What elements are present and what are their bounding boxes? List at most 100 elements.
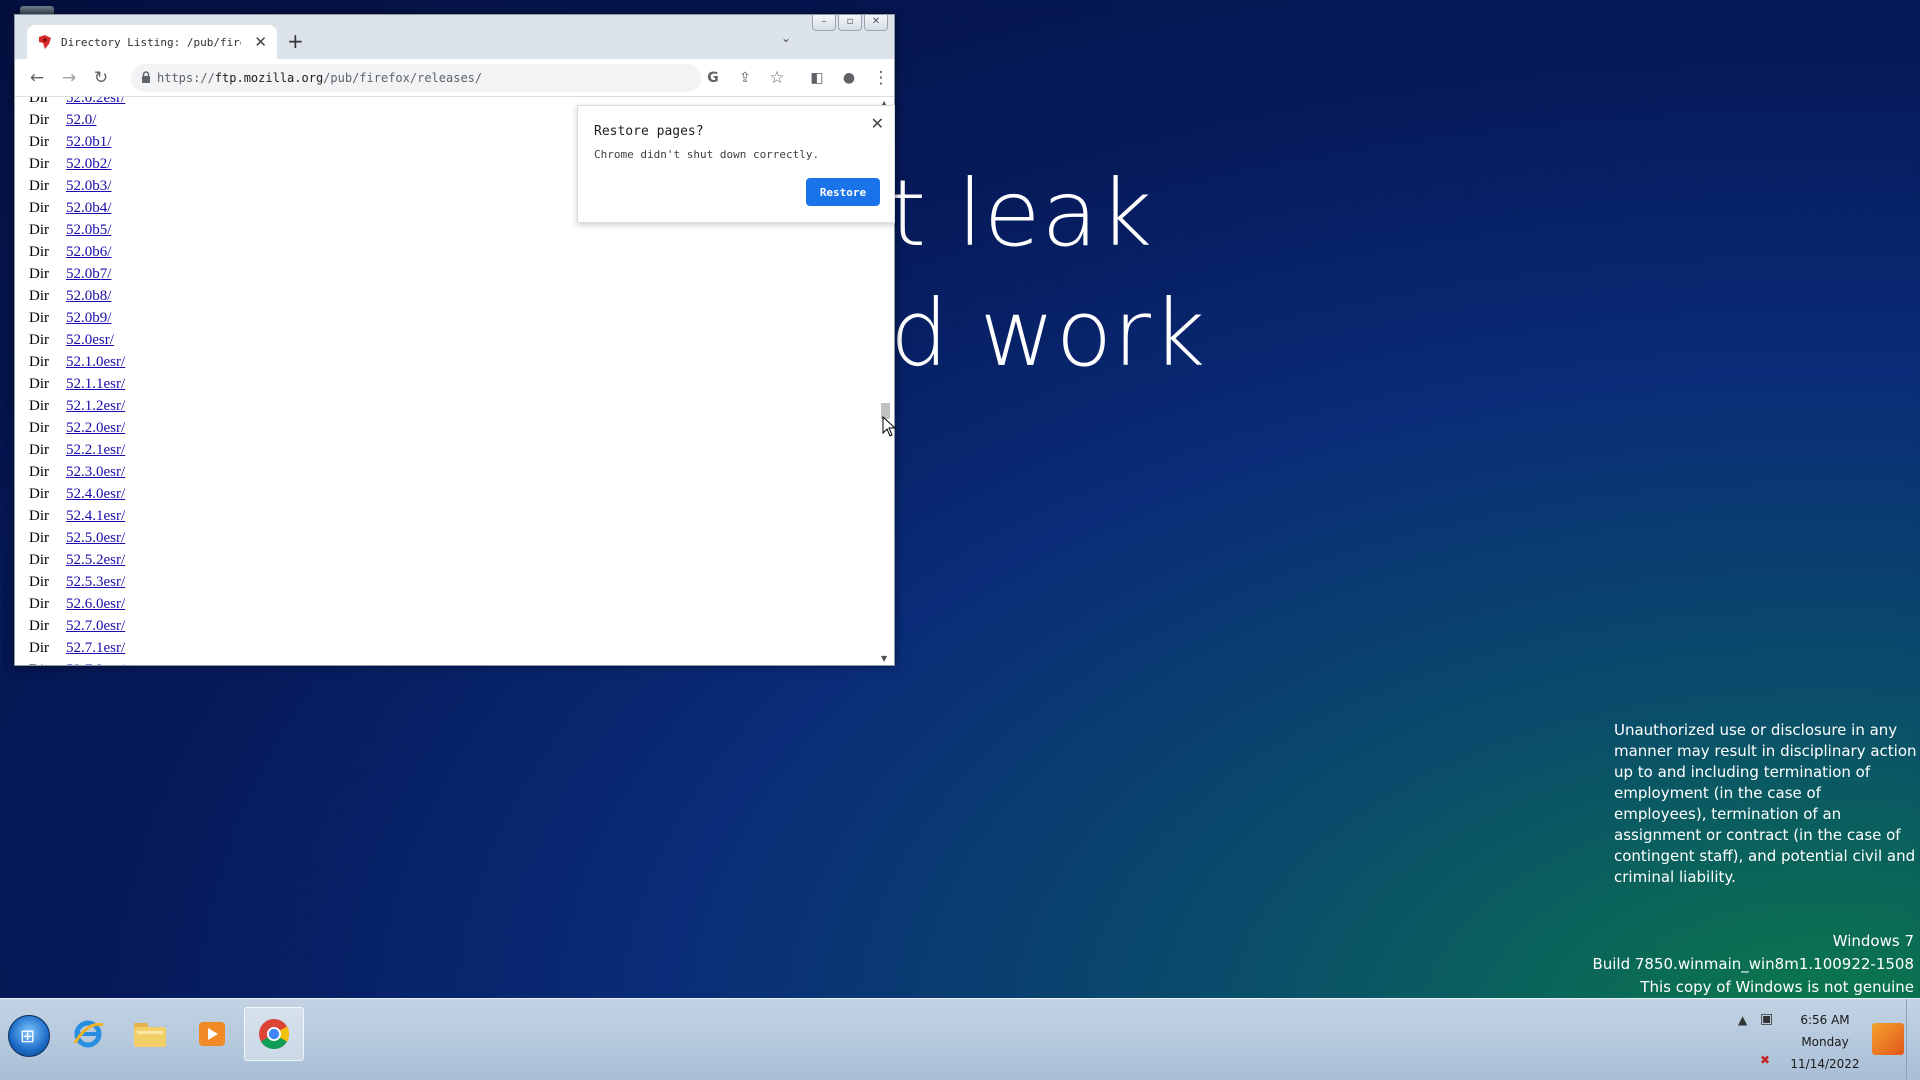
list-item: Dir 52.6.0esr/ xyxy=(29,593,125,615)
directory-link[interactable]: 52.0/ xyxy=(66,112,96,129)
minimize-button[interactable]: – xyxy=(812,15,836,31)
windows-watermark: Windows 7 Build 7850.winmain_win8m1.1009… xyxy=(1592,930,1914,999)
back-arrow-icon[interactable]: ← xyxy=(27,68,47,88)
tab-directory-listing[interactable]: Directory Listing: /pub/firefox/releases… xyxy=(27,25,277,59)
directory-link[interactable]: 52.0b3/ xyxy=(66,178,111,195)
entry-type: Dir xyxy=(29,397,49,414)
directory-link[interactable]: 52.0b4/ xyxy=(66,200,111,217)
side-panel-icon[interactable]: ◧ xyxy=(807,68,827,88)
url-host: ftp.mozilla.org xyxy=(214,71,324,85)
directory-link[interactable]: 52.4.0esr/ xyxy=(66,486,125,503)
list-item: Dir 52.0b8/ xyxy=(29,285,125,307)
directory-link[interactable]: 52.5.2esr/ xyxy=(66,552,125,569)
watermark-genuine: This copy of Windows is not genuine xyxy=(1640,978,1914,996)
forward-arrow-icon[interactable]: → xyxy=(59,68,79,88)
directory-link[interactable]: 52.7.0esr/ xyxy=(66,618,125,635)
folder-icon xyxy=(134,1023,166,1047)
directory-link[interactable]: 52.7.1esr/ xyxy=(66,640,125,657)
entry-type: Dir xyxy=(29,221,49,238)
directory-link[interactable]: 52.4.1esr/ xyxy=(66,508,125,525)
directory-link[interactable]: 52.0b1/ xyxy=(66,134,111,151)
list-item: Dir 52.0b2/ xyxy=(29,153,125,175)
directory-listing: Dir 52.0.2esr/Dir 52.0/Dir 52.0b1/Dir 52.0b2… xyxy=(29,97,125,665)
list-item: Dir 52.5.0esr/ xyxy=(29,527,125,549)
url-path: /pub/firefox/releases/ xyxy=(323,71,483,85)
entry-type: Dir xyxy=(29,97,49,106)
show-desktop-button[interactable] xyxy=(1906,999,1920,1080)
show-hidden-icons-icon[interactable]: ▲ xyxy=(1738,1013,1747,1027)
restore-button[interactable]: Restore xyxy=(806,178,880,206)
volume-muted-icon[interactable]: ✖ xyxy=(1760,1053,1770,1067)
tab-search-chevron-icon[interactable]: ⌄ xyxy=(781,31,791,45)
maximize-button[interactable]: ▫ xyxy=(838,15,862,31)
list-item: Dir 52.0esr/ xyxy=(29,329,125,351)
profile-avatar-icon[interactable]: ● xyxy=(839,68,859,88)
directory-link[interactable]: 52.0b9/ xyxy=(66,310,111,327)
list-item: Dir 52.0.2esr/ xyxy=(29,97,125,109)
entry-type: Dir xyxy=(29,662,66,666)
lock-icon xyxy=(142,71,150,83)
directory-link[interactable]: 52.0b6/ xyxy=(66,244,111,261)
taskbar: ⊞ ▲ ▣ ✖ 6:56 AM Monday 11/14/2022 xyxy=(0,998,1920,1080)
list-item: Dir 52.0/ xyxy=(29,109,125,131)
directory-link[interactable]: 52.0b8/ xyxy=(66,288,111,305)
window-controls: – ▫ ✕ xyxy=(812,15,888,31)
list-item: Dir 52.1.2esr/ xyxy=(29,395,125,417)
entry-type: Dir xyxy=(29,463,49,480)
directory-link[interactable]: 52.1.0esr/ xyxy=(66,354,125,371)
list-item: Dir 52.5.3esr/ xyxy=(29,571,125,593)
entry-type: Dir xyxy=(29,639,49,656)
directory-link[interactable]: 52.0esr/ xyxy=(66,332,114,349)
ftp-favicon-icon xyxy=(39,35,51,49)
entry-type: Dir xyxy=(29,595,49,612)
new-tab-button[interactable]: + xyxy=(287,29,304,53)
entry-type: Dir xyxy=(29,353,49,370)
directory-link[interactable]: 52.2.1esr/ xyxy=(66,442,125,459)
directory-link[interactable]: 52.5.3esr/ xyxy=(66,574,125,591)
list-item: Dir 52.0b5/ xyxy=(29,219,125,241)
directory-link[interactable]: 52.0b5/ xyxy=(66,222,111,239)
system-clock[interactable]: 6:56 AM Monday 11/14/2022 xyxy=(1780,1009,1870,1075)
directory-link[interactable]: 52.1.2esr/ xyxy=(66,398,125,415)
directory-link[interactable]: 52.1.1esr/ xyxy=(66,376,125,393)
network-icon[interactable]: ▣ xyxy=(1760,1011,1773,1027)
taskbar-windows-explorer[interactable] xyxy=(120,1007,180,1061)
entry-type: Dir xyxy=(29,529,49,546)
directory-link[interactable]: 52.2.0esr/ xyxy=(66,420,125,437)
directory-link[interactable]: 52.0.2esr/ xyxy=(66,97,125,107)
menu-kebab-icon[interactable]: ⋮ xyxy=(871,68,891,88)
directory-link[interactable]: 52.7.2esr/ xyxy=(66,662,125,666)
internet-explorer-icon xyxy=(73,1020,104,1048)
list-item: Dir 52.0b7/ xyxy=(29,263,125,285)
list-item: Dir 52.5.2esr/ xyxy=(29,549,125,571)
taskbar-internet-explorer[interactable] xyxy=(58,1007,118,1061)
scroll-down-icon[interactable]: ▼ xyxy=(881,654,887,663)
entry-type: Dir xyxy=(29,375,49,392)
reload-icon[interactable]: ↻ xyxy=(91,68,111,88)
popup-message: Chrome didn't shut down correctly. xyxy=(594,148,820,161)
entry-type: Dir xyxy=(29,419,49,436)
list-item: Dir 52.0b4/ xyxy=(29,197,125,219)
directory-link[interactable]: 52.0b7/ xyxy=(66,266,111,283)
close-window-button[interactable]: ✕ xyxy=(864,15,888,31)
popup-title: Restore pages? xyxy=(594,124,704,139)
windows-logo-icon: ⊞ xyxy=(20,1026,36,1047)
list-item: Dir 52.2.1esr/ xyxy=(29,439,125,461)
google-lens-icon[interactable]: G xyxy=(703,68,723,88)
start-button[interactable]: ⊞ xyxy=(8,1015,50,1057)
share-icon[interactable]: ⇪ xyxy=(735,68,755,88)
address-bar[interactable]: https://ftp.mozilla.org/pub/firefox/rele… xyxy=(131,64,701,92)
popup-close-icon[interactable]: ✕ xyxy=(871,114,884,133)
bookmark-star-icon[interactable]: ☆ xyxy=(767,68,787,88)
list-item: Dir 52.0b9/ xyxy=(29,307,125,329)
directory-link[interactable]: 52.6.0esr/ xyxy=(66,596,125,613)
tab-close-icon[interactable]: ✕ xyxy=(254,33,267,51)
title-bar: Directory Listing: /pub/firefox/releases… xyxy=(15,15,894,59)
directory-link[interactable]: 52.3.0esr/ xyxy=(66,464,125,481)
action-center-flag-icon[interactable] xyxy=(1872,1023,1904,1055)
taskbar-google-chrome[interactable] xyxy=(244,1007,304,1061)
taskbar-media-player[interactable] xyxy=(182,1007,242,1061)
directory-link[interactable]: 52.5.0esr/ xyxy=(66,530,125,547)
directory-link[interactable]: 52.0b2/ xyxy=(66,156,111,173)
entry-type: Dir xyxy=(29,287,49,304)
